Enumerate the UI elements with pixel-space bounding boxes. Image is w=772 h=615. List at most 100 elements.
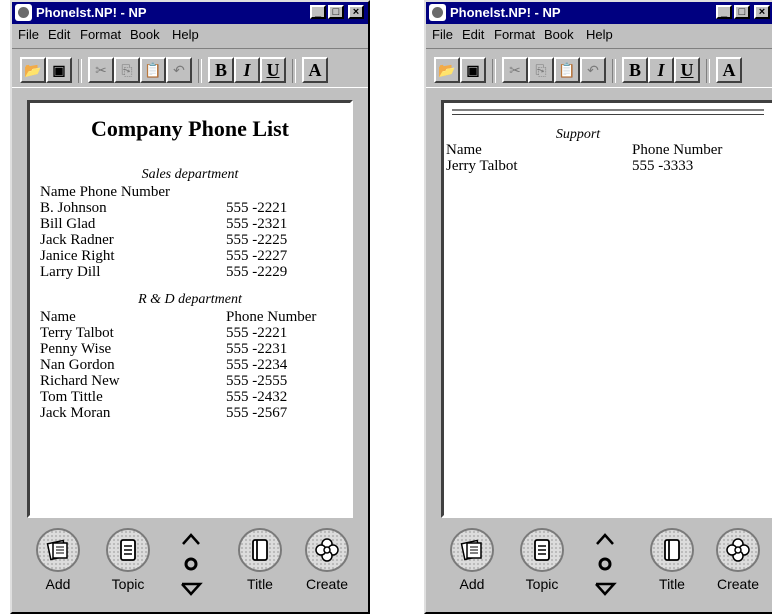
person-name: Terry Talbot	[40, 325, 114, 341]
page-navigation-arrows[interactable]	[176, 526, 206, 602]
create-label: Create	[716, 576, 760, 592]
person-name: B. Johnson	[40, 200, 107, 216]
page-navigation-arrows[interactable]	[590, 526, 620, 602]
section-heading: R & D department	[138, 292, 242, 307]
person-name: Janice Right	[40, 248, 115, 264]
phone-number: 555 -2221	[226, 200, 288, 216]
person-name: Larry Dill	[40, 264, 101, 280]
italic-button[interactable]: I	[234, 57, 260, 83]
header-phone: Phone Number	[226, 309, 317, 325]
maximize-button[interactable]: □	[328, 5, 344, 19]
floppy-disk-icon[interactable]: ▣	[46, 57, 72, 83]
person-name: Nan Gordon	[40, 357, 115, 373]
paste-icon[interactable]: 📋	[140, 57, 166, 83]
navigation-bar: Add Topic Title Create	[12, 524, 368, 608]
minimize-button[interactable]: _	[310, 5, 326, 19]
title-button[interactable]: Title	[644, 528, 700, 592]
italic-button[interactable]: I	[648, 57, 674, 83]
scissors-icon[interactable]: ✂	[88, 57, 114, 83]
book-icon	[650, 528, 694, 572]
title-bar[interactable]: Phonelst.NP! - NP _ □ ×	[12, 2, 368, 24]
undo-icon[interactable]: ↶	[580, 57, 606, 83]
menu-help[interactable]: Help	[172, 27, 199, 42]
phone-number: 555 -2225	[226, 232, 288, 248]
open-folder-icon[interactable]: 📂	[434, 57, 460, 83]
menu-file[interactable]: File	[432, 27, 453, 42]
menu-edit[interactable]: Edit	[48, 27, 70, 42]
minimize-button[interactable]: _	[716, 5, 732, 19]
topic-button[interactable]: Topic	[100, 528, 156, 592]
header-name: Name	[40, 309, 76, 325]
phone-list-window-2: Phonelst.NP! - NP _ □ × File Edit Format…	[424, 0, 772, 614]
font-button[interactable]: A	[716, 57, 742, 83]
flower-icon	[716, 528, 760, 572]
book-icon	[238, 528, 282, 572]
underline-button[interactable]: U	[674, 57, 700, 83]
add-button[interactable]: Add	[444, 528, 500, 592]
column-header: Name Phone Number	[40, 184, 170, 201]
undo-icon[interactable]: ↶	[166, 57, 192, 83]
app-icon[interactable]	[429, 4, 446, 21]
menu-bar: File Edit Format Book Help	[12, 24, 368, 44]
doc-title: Company Phone List	[90, 116, 290, 141]
document-area[interactable]: Company Phone List Sales department Name…	[27, 100, 353, 518]
menu-help[interactable]: Help	[586, 27, 613, 42]
topic-label: Topic	[525, 576, 559, 592]
bold-button[interactable]: B	[208, 57, 234, 83]
topic-label: Topic	[111, 576, 145, 592]
phone-list-window-1: Phonelst.NP! - NP _ □ × File Edit Format…	[10, 0, 370, 614]
phone-number: 555 -2227	[226, 248, 288, 264]
add-page-icon	[450, 528, 494, 572]
paste-icon[interactable]: 📋	[554, 57, 580, 83]
font-button[interactable]: A	[302, 57, 328, 83]
title-button[interactable]: Title	[232, 528, 288, 592]
menu-book[interactable]: Book	[544, 27, 574, 42]
phone-number: 555 -2555	[226, 373, 288, 389]
open-folder-icon[interactable]: 📂	[20, 57, 46, 83]
menu-book[interactable]: Book	[130, 27, 160, 42]
person-name: Richard New	[40, 373, 120, 389]
menu-edit[interactable]: Edit	[462, 27, 484, 42]
person-name: Penny Wise	[40, 341, 112, 357]
header-phone: Phone Number	[632, 142, 723, 158]
menu-file[interactable]: File	[18, 27, 39, 42]
menu-format[interactable]: Format	[494, 27, 535, 42]
copy-icon[interactable]: ⎘	[114, 57, 140, 83]
header-name: Name	[40, 184, 76, 200]
toolbar: 📂 ▣ ✂ ⎘ 📋 ↶ B I U A	[426, 48, 772, 88]
window-title: Phonelst.NP! - NP	[450, 5, 561, 20]
add-page-icon	[36, 528, 80, 572]
menu-format[interactable]: Format	[80, 27, 121, 42]
app-icon[interactable]	[15, 4, 32, 21]
add-label: Add	[459, 576, 485, 592]
phone-number: 555 -3333	[632, 158, 694, 174]
create-button[interactable]: Create	[299, 528, 355, 592]
document-area[interactable]: Support Name Phone Number Jerry Talbot 55…	[441, 100, 772, 518]
close-button[interactable]: ×	[754, 5, 770, 19]
topic-button[interactable]: Topic	[514, 528, 570, 592]
close-button[interactable]: ×	[348, 5, 364, 19]
person-name: Jerry Talbot	[446, 158, 518, 174]
window-title: Phonelst.NP! - NP	[36, 5, 147, 20]
bold-button[interactable]: B	[622, 57, 648, 83]
phone-number: 555 -2432	[226, 389, 288, 405]
section-heading: Sales department	[141, 167, 239, 182]
title-bar[interactable]: Phonelst.NP! - NP _ □ ×	[426, 2, 772, 24]
person-name: Jack Radner	[40, 232, 114, 248]
topic-page-icon	[106, 528, 150, 572]
phone-number: 555 -2231	[226, 341, 288, 357]
underline-button[interactable]: U	[260, 57, 286, 83]
person-name: Bill Glad	[40, 216, 96, 232]
flower-icon	[305, 528, 349, 572]
toolbar: 📂 ▣ ✂ ⎘ 📋 ↶ B I U A	[12, 48, 368, 88]
maximize-button[interactable]: □	[734, 5, 750, 19]
phone-number: 555 -2321	[226, 216, 288, 232]
divider	[452, 109, 764, 115]
phone-number: 555 -2221	[226, 325, 288, 341]
scissors-icon[interactable]: ✂	[502, 57, 528, 83]
header-name: Name	[446, 142, 482, 158]
create-button[interactable]: Create	[710, 528, 766, 592]
add-button[interactable]: Add	[30, 528, 86, 592]
floppy-disk-icon[interactable]: ▣	[460, 57, 486, 83]
copy-icon[interactable]: ⎘	[528, 57, 554, 83]
